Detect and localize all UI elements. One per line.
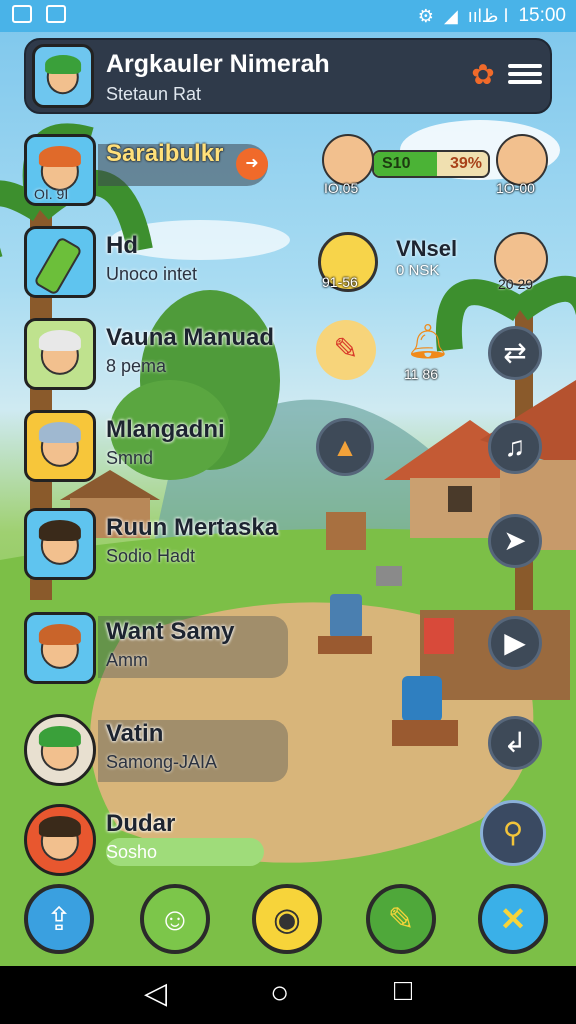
search-key-icon[interactable]: ⚲ (480, 800, 546, 866)
player-avatar (24, 714, 96, 786)
score-left-1: IO.05 (324, 180, 359, 196)
player-avatar (24, 508, 96, 580)
avatar-hat (45, 55, 81, 74)
avatar-hair (38, 146, 82, 168)
player-name: Hd (106, 232, 138, 259)
navigation-bar: ◁ ○ □ (0, 966, 576, 1024)
player-name: Saraibulkr (106, 140, 224, 167)
player-subtext: OI. 9I (34, 186, 69, 202)
menu-icon[interactable] (508, 60, 542, 90)
notification-icon (12, 5, 32, 23)
share-icon[interactable]: ⇪ (24, 884, 94, 954)
signal-icon: ◢ (443, 5, 458, 26)
avatar-hair (38, 624, 82, 646)
status-bar: ⚙ ◢ ıılا ظ 15:00 (0, 0, 576, 32)
player-subtext: Unoco intet (106, 264, 198, 284)
boost-icon[interactable]: ➜ (236, 148, 268, 180)
player-subtext: Amm (106, 650, 148, 670)
music-note-icon[interactable]: ♫ (488, 420, 542, 474)
score-right-1: 1O-00 (496, 180, 535, 196)
player-name: Dudar (106, 810, 176, 837)
header-avatar[interactable] (32, 44, 94, 108)
resource-value: S10 (382, 155, 411, 172)
player-name: Want Samy (106, 618, 235, 645)
player-subtext: Smnd (106, 448, 154, 468)
nav-back-button[interactable]: ◁ (144, 976, 167, 1011)
player-subtext: Sodio Hadt (106, 546, 196, 566)
back-arrow-icon[interactable]: ↲ (488, 716, 542, 770)
pencil-icon[interactable]: ✎ (366, 884, 436, 954)
swap-icon[interactable]: ⇄ (488, 326, 542, 380)
player-avatar (24, 226, 96, 298)
paint-tube-icon[interactable]: ✎ (316, 320, 376, 380)
settings-icon: ⚙ (417, 5, 434, 26)
player-subtext: Samong-JAIA (106, 752, 218, 772)
player-name: Ruun Mertaska (106, 514, 279, 541)
smiley-icon[interactable]: ☺ (140, 884, 210, 954)
header-subtitle: Stetaun Rat (106, 84, 202, 104)
player-avatar (24, 410, 96, 482)
score-left-2: 91-56 (322, 274, 358, 290)
cheese-icon[interactable]: ▲ (316, 418, 374, 476)
player-row[interactable]: Ruun Mertaska Sodio Hadt (24, 508, 284, 582)
player-row[interactable]: Want Samy Amm (24, 612, 288, 686)
nav-recent-button[interactable]: □ (394, 974, 412, 1008)
resource-bar: S10 39% (372, 150, 490, 178)
bottle-icon (33, 236, 83, 295)
player-row[interactable]: Vatin Samong-JAIA (24, 714, 288, 788)
avatar-hair (38, 422, 82, 444)
image-icon (46, 5, 66, 23)
player-subtext: 8 pema (106, 356, 167, 376)
opponent-avatar[interactable] (496, 134, 548, 186)
player-name: Mlangadni (106, 416, 225, 443)
center-label: VNsel (396, 236, 458, 261)
game-scene: ⚙ ◢ ıılا ظ 15:00 Argkauler Nimerah Steta… (0, 0, 576, 1024)
player-row[interactable]: Mlangadni Smnd (24, 410, 284, 484)
center-sublabel: 0 NSK (396, 262, 440, 279)
bird-icon[interactable]: ◉ (252, 884, 322, 954)
player-avatar (24, 612, 96, 684)
header-panel: Argkauler Nimerah Stetaun Rat ✿ (24, 38, 552, 114)
player-name: Vauna Manuad (106, 324, 275, 351)
play-arrow-icon[interactable]: ▶ (488, 616, 542, 670)
avatar-hair (38, 726, 82, 748)
opponent-avatar[interactable] (322, 134, 374, 186)
resource-percent: 39% (449, 155, 482, 172)
player-row[interactable]: Saraibulkr OI. 9I ➜ (24, 134, 284, 208)
header-title: Argkauler Nimerah (106, 50, 330, 78)
player-avatar (24, 804, 96, 876)
score-right-2: 20 29 (498, 276, 534, 292)
player-subtext: Sosho (106, 842, 158, 862)
signal-text: ıılا ظ (467, 5, 509, 26)
clock: 15:00 (518, 5, 566, 26)
avatar-hair (38, 330, 82, 352)
avatar-hair (38, 816, 82, 838)
pin-icon[interactable]: ➤ (488, 514, 542, 568)
player-avatar (24, 318, 96, 390)
flower-gear-icon[interactable]: ✿ (468, 60, 498, 90)
avatar-hair (38, 520, 82, 542)
close-icon[interactable]: ✕ (478, 884, 548, 954)
player-row[interactable]: Dudar Sosho (24, 804, 284, 878)
player-row[interactable]: Vauna Manuad 8 pema (24, 318, 284, 392)
player-name: Vatin (106, 720, 164, 747)
player-row[interactable]: Hd Unoco intet (24, 226, 284, 300)
nav-home-button[interactable]: ○ (270, 974, 289, 1011)
bell-score: 11 86 (404, 366, 438, 382)
bell-icon[interactable]: 🔔︎ (406, 322, 450, 366)
